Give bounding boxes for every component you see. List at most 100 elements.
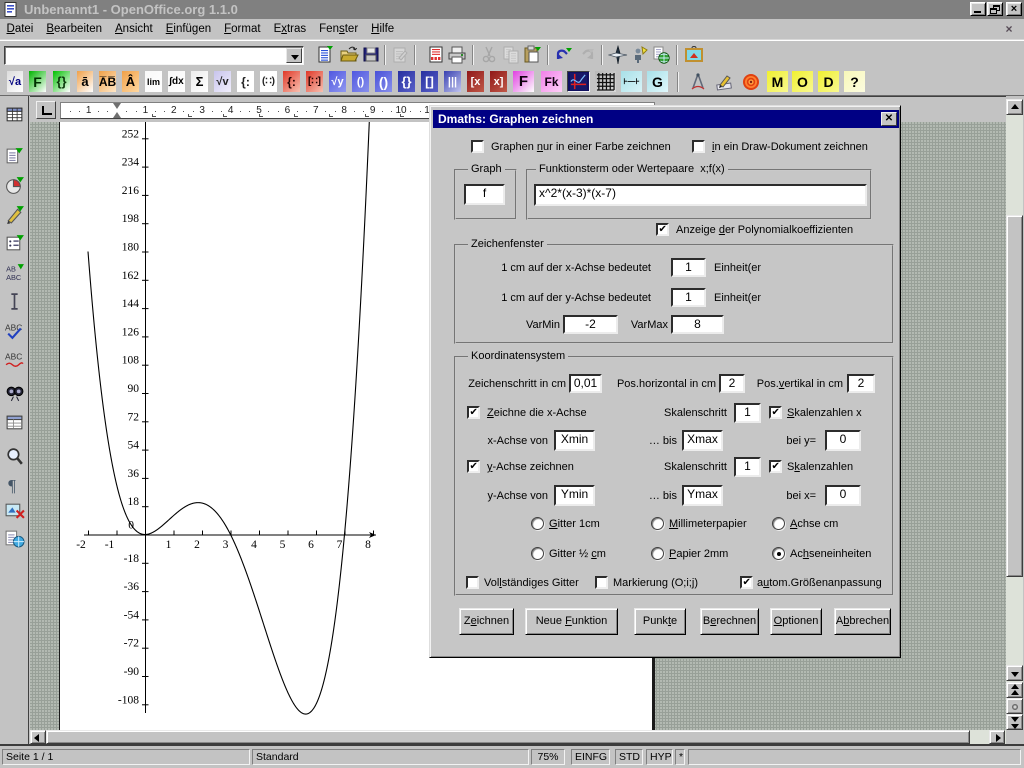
achseneinheiten-radio[interactable]: [772, 547, 785, 560]
y-achse-checkbox[interactable]: ✔: [467, 460, 480, 473]
open-icon[interactable]: [339, 45, 359, 65]
bei-x-field[interactable]: 0: [825, 485, 861, 506]
dm-axis-icon[interactable]: ⊦—⊦: [621, 71, 642, 92]
dm-sqrt-a-icon[interactable]: √a: [7, 71, 23, 92]
document-close-icon[interactable]: ×: [1002, 22, 1016, 36]
status-page[interactable]: Seite 1 / 1: [2, 749, 250, 765]
zoom-icon[interactable]: [4, 446, 25, 467]
redo-icon[interactable]: [576, 45, 596, 65]
x-bis-field[interactable]: Xmax: [682, 430, 723, 451]
menu-einfgen[interactable]: Einfügen: [159, 21, 217, 37]
data-sources-icon[interactable]: [4, 412, 25, 433]
bei-y-field[interactable]: 0: [825, 430, 861, 451]
dm-det-right-icon[interactable]: x]: [490, 71, 507, 92]
status-empty[interactable]: [688, 749, 1021, 765]
dm-vector-icon[interactable]: ā: [77, 71, 93, 92]
dm-f-magenta-icon[interactable]: F: [513, 71, 534, 92]
autosize-checkbox[interactable]: ✔: [740, 576, 753, 589]
achse-cm-radio[interactable]: [772, 517, 785, 530]
status-selectionmode[interactable]: STD: [615, 749, 643, 765]
dm-system-icon[interactable]: {:: [237, 71, 254, 92]
draw-doc-checkbox[interactable]: ✔: [692, 140, 705, 153]
scroll-left-icon[interactable]: [30, 730, 46, 744]
skalenzahlen-x-checkbox[interactable]: ✔: [769, 406, 782, 419]
status-pagestyle[interactable]: Standard: [252, 749, 529, 765]
insert-table-icon[interactable]: [4, 104, 25, 125]
direct-cursor-icon[interactable]: [4, 291, 25, 312]
menu-ansicht[interactable]: Ansicht: [109, 21, 160, 37]
millimeter-radio[interactable]: [651, 517, 664, 530]
dm-det-left-icon[interactable]: [x: [467, 71, 484, 92]
menu-bearbeiten[interactable]: Bearbeiten: [40, 21, 109, 37]
paste-icon[interactable]: [522, 45, 542, 65]
pos-horizontal-field[interactable]: 2: [719, 374, 745, 393]
dm-fk-icon[interactable]: Fk: [541, 71, 562, 92]
horizontal-scrollbar[interactable]: [30, 730, 1006, 744]
dm-m-icon[interactable]: M: [767, 71, 788, 92]
graph-name-field[interactable]: f: [464, 184, 505, 205]
graphics-onoff-icon[interactable]: [4, 500, 25, 521]
dm-angle-icon[interactable]: Â: [122, 71, 139, 92]
dm-compass-icon[interactable]: [687, 71, 709, 92]
abbrechen-button[interactable]: Abbrechen: [834, 608, 891, 635]
dm-braces-green-icon[interactable]: {}: [53, 71, 70, 92]
status-zoom[interactable]: 75%: [531, 749, 565, 765]
neue-funktion-button[interactable]: Neue Funktion: [525, 608, 618, 635]
menu-fenster[interactable]: Fenster: [313, 21, 365, 37]
status-insertmode[interactable]: EINFG: [571, 749, 610, 765]
skalenschritt-y-field[interactable]: 1: [734, 457, 761, 477]
autospellcheck-icon[interactable]: ABC: [4, 349, 25, 370]
markierung-checkbox[interactable]: ✔: [595, 576, 608, 589]
dm-graph-window-icon[interactable]: [567, 71, 590, 92]
gallery-icon[interactable]: [684, 45, 704, 65]
new-document-icon[interactable]: [315, 45, 335, 65]
navigator-icon[interactable]: [608, 45, 628, 65]
dm-vy-icon[interactable]: √y: [329, 71, 346, 92]
dm-bars-icon[interactable]: |||: [444, 71, 461, 92]
previous-page-icon[interactable]: [1006, 682, 1023, 698]
scroll-right-icon[interactable]: [989, 730, 1005, 744]
dm-sum-icon[interactable]: Σ: [191, 71, 208, 92]
pos-vertikal-field[interactable]: 2: [847, 374, 875, 393]
dm-spiral-icon[interactable]: [740, 71, 762, 92]
draw-functions-icon[interactable]: [4, 204, 25, 225]
berechnen-button[interactable]: Berechnen: [700, 608, 759, 635]
dialog-title-bar[interactable]: Dmaths: Graphen zeichnen ✕: [433, 110, 899, 128]
vertical-scroll-thumb[interactable]: [1006, 215, 1023, 577]
dm-function-icon[interactable]: F: [29, 71, 46, 92]
papier-2mm-radio[interactable]: [651, 547, 664, 560]
menu-format[interactable]: Format: [218, 21, 267, 37]
dm-root-icon[interactable]: √v: [214, 71, 231, 92]
cm-y-field[interactable]: 1: [671, 288, 706, 307]
close-button[interactable]: ×: [1006, 2, 1022, 16]
dm-brace-blue-icon[interactable]: {}: [398, 71, 415, 92]
zeichnen-button[interactable]: Zeichnen: [459, 608, 514, 635]
dm-o-icon[interactable]: O: [792, 71, 813, 92]
dm-paren-big-icon[interactable]: (): [375, 71, 392, 92]
dm-bracket-blue-icon[interactable]: []: [421, 71, 438, 92]
dm-paren-small-icon[interactable]: (): [352, 71, 369, 92]
online-layout-icon[interactable]: [4, 528, 25, 549]
insert-icon[interactable]: [4, 146, 25, 167]
print-icon[interactable]: [447, 45, 467, 65]
menu-extras[interactable]: Extras: [267, 21, 313, 37]
scroll-up-icon[interactable]: [1006, 99, 1023, 115]
poly-coeff-checkbox[interactable]: ✔: [656, 223, 669, 236]
insert-object-icon[interactable]: [4, 175, 25, 196]
x-achse-checkbox[interactable]: ✔: [467, 406, 480, 419]
stylist-icon[interactable]: [630, 45, 650, 65]
optionen-button[interactable]: Optionen: [770, 608, 822, 635]
nonprinting-characters-icon[interactable]: ¶: [4, 474, 25, 495]
horizontal-scroll-thumb[interactable]: [46, 730, 970, 744]
dm-help-icon[interactable]: ?: [844, 71, 865, 92]
vertical-scrollbar[interactable]: [1006, 99, 1023, 730]
dm-integral-icon[interactable]: ∫dx: [168, 71, 185, 92]
cm-x-field[interactable]: 1: [671, 258, 706, 277]
y-bis-field[interactable]: Ymax: [682, 485, 723, 506]
dm-segment-icon[interactable]: A̅B̅: [99, 71, 116, 92]
hyperlink-icon[interactable]: [651, 45, 671, 65]
function-term-field[interactable]: x^2*(x-3)*(x-7): [534, 184, 867, 206]
zeichenschritt-field[interactable]: 0,01: [569, 374, 602, 393]
copy-icon[interactable]: [501, 45, 521, 65]
dm-system-red-icon[interactable]: {:: [283, 71, 300, 92]
